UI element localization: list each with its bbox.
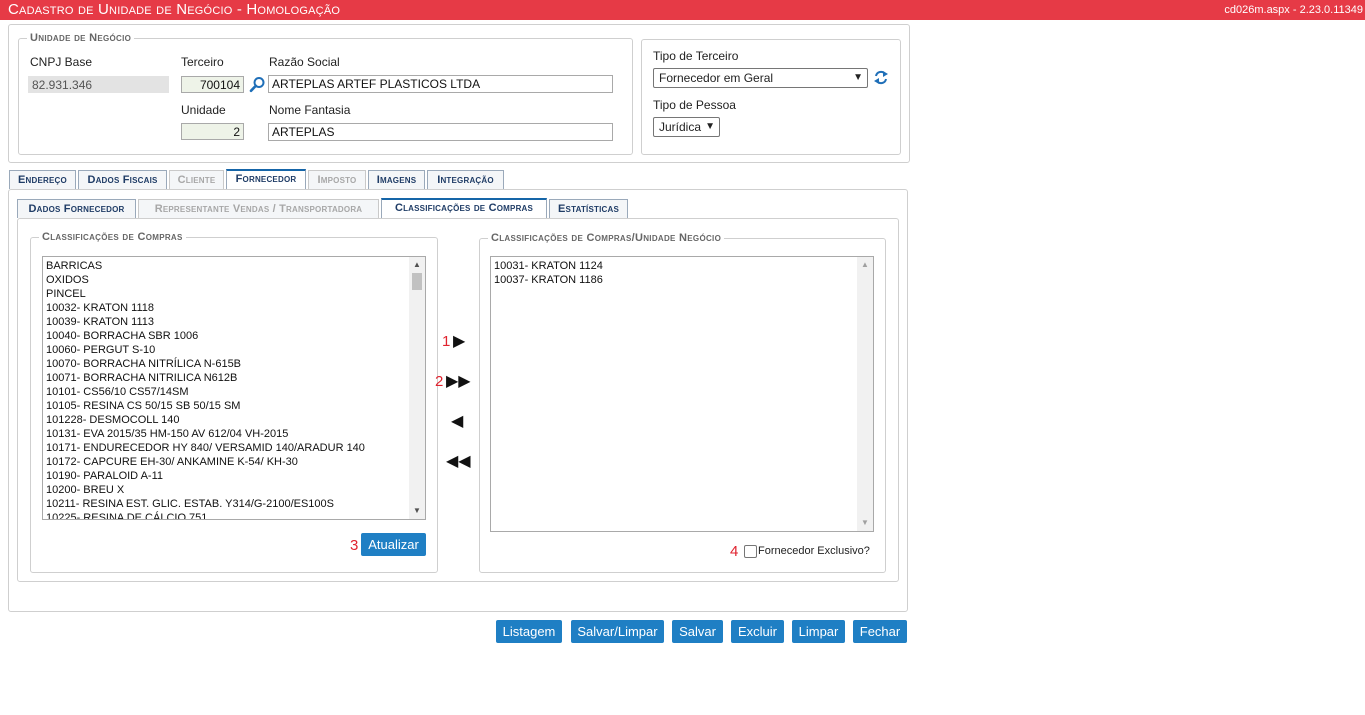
annotation-3: 3 [350,537,359,554]
list-item[interactable]: 10071- BORRACHA NITRILICA N612B [46,371,407,385]
list-item[interactable]: 10105- RESINA CS 50/15 SB 50/15 SM [46,399,407,413]
tipo-pessoa-value: Jurídica [659,120,702,134]
fornecedor-exclusivo-label: Fornecedor Exclusivo? [758,545,870,557]
nome-fantasia-label: Nome Fantasia [269,103,351,117]
tab-fornecedor[interactable]: Fornecedor [226,169,306,189]
list-item[interactable]: 10040- BORRACHA SBR 1006 [46,329,407,343]
terceiro-label: Terceiro [181,55,224,69]
tab-imposto[interactable]: Imposto [308,170,366,189]
list-item[interactable]: 10171- ENDURECEDOR HY 840/ VERSAMID 140/… [46,441,407,455]
annotation-1: 1 [442,333,451,350]
list-item[interactable]: 10101- CS56/10 CS57/14SM [46,385,407,399]
tipo-terceiro-label: Tipo de Terceiro [653,49,739,63]
fechar-button[interactable]: Fechar [853,620,907,643]
page-title: Cadastro de Unidade de Negócio - Homolog… [8,1,341,18]
excluir-button[interactable]: Excluir [731,620,784,643]
chevron-down-icon: ▼ [853,72,863,83]
cnpj-label: CNPJ Base [30,55,93,69]
list-item[interactable]: BARRICAS [46,259,407,273]
unidade-field[interactable]: 2 [181,123,244,140]
tab-integracao[interactable]: Integração [427,170,504,189]
refresh-icon[interactable] [873,69,889,86]
selected-classifications-list[interactable]: 10031- KRATON 1124 10037- KRATON 1186 ▲ ▼ [490,256,874,532]
tab-cliente[interactable]: Cliente [169,170,224,189]
terceiro-field[interactable]: 700104 [181,76,244,93]
move-right-icon[interactable]: ▶ [453,334,465,350]
unidade-label: Unidade [181,103,226,117]
subtab-classificacoes[interactable]: Classificações de Compras [381,198,547,218]
tab-dados-fiscais[interactable]: Dados Fiscais [78,170,167,189]
list-item[interactable]: 10211- RESINA EST. GLIC. ESTAB. Y314/G-2… [46,497,407,511]
list-item[interactable]: 10200- BREU X [46,483,407,497]
razao-social-field[interactable]: ARTEPLAS ARTEF PLASTICOS LTDA [268,75,613,93]
available-classifications-list[interactable]: BARRICAS OXIDOS PINCEL 10032- KRATON 1118 10… [42,256,426,520]
annotation-4: 4 [730,543,739,560]
list-item[interactable]: 10032- KRATON 1118 [46,301,407,315]
list-item[interactable]: 10031- KRATON 1124 [494,259,855,273]
tipo-terceiro-select[interactable]: Fornecedor em Geral ▼ [653,68,868,88]
search-icon[interactable] [249,76,266,93]
tab-endereco[interactable]: Endereço [9,170,76,189]
right-list-legend: Classificações de Compras/Unidade Negóci… [491,232,722,244]
scroll-down-icon[interactable]: ▼ [409,503,425,519]
list-item[interactable]: 10037- KRATON 1186 [494,273,855,287]
tipo-pessoa-select[interactable]: Jurídica ▼ [653,117,720,137]
list-item[interactable]: 10190- PARALOID A-11 [46,469,407,483]
listagem-button[interactable]: Listagem [496,620,562,643]
list-item[interactable]: 10225- RESINA DE CÁLCIO 751 [46,511,407,519]
limpar-button[interactable]: Limpar [792,620,845,643]
list-item[interactable]: PINCEL [46,287,407,301]
subtab-estatisticas[interactable]: Estatísticas [549,199,628,218]
left-list-legend: Classificações de Compras [42,231,183,243]
subtab-representante[interactable]: Representante Vendas / Transportadora [138,199,379,218]
list-item[interactable]: 10039- KRATON 1113 [46,315,407,329]
cnpj-field[interactable]: 82.931.346 [28,76,169,93]
salvar-button[interactable]: Salvar [672,620,723,643]
title-bar: Cadastro de Unidade de Negócio - Homolog… [0,0,1365,20]
move-all-left-icon[interactable]: ◀◀ [446,454,471,470]
nome-fantasia-field[interactable]: ARTEPLAS [268,123,613,141]
subtab-dados-fornecedor[interactable]: Dados Fornecedor [17,199,136,218]
list-item[interactable]: 10131- EVA 2015/35 HM-150 AV 612/04 VH-2… [46,427,407,441]
tipo-terceiro-value: Fornecedor em Geral [659,71,774,85]
unidade-legend: Unidade de Negócio [30,32,132,44]
salvar-limpar-button[interactable]: Salvar/Limpar [571,620,664,643]
right-list-items: 10031- KRATON 1124 10037- KRATON 1186 [494,259,855,287]
atualizar-button[interactable]: Atualizar [361,533,426,556]
list-item[interactable]: OXIDOS [46,273,407,287]
left-list-scrollbar[interactable]: ▲ ▼ [409,257,425,519]
scroll-up-icon[interactable]: ▲ [857,257,873,273]
list-item[interactable]: 10060- PERGUT S-10 [46,343,407,357]
chevron-down-icon: ▼ [705,121,715,132]
move-left-icon[interactable]: ◀ [451,414,463,430]
tipo-pessoa-label: Tipo de Pessoa [653,98,736,112]
left-list-items: BARRICAS OXIDOS PINCEL 10032- KRATON 1118 10… [46,259,407,519]
list-item[interactable]: 10070- BORRACHA NITRÍLICA N-615B [46,357,407,371]
razao-social-label: Razão Social [269,55,340,69]
list-item[interactable]: 10172- CAPCURE EH-30/ ANKAMINE K-54/ KH-… [46,455,407,469]
annotation-2: 2 [435,373,444,390]
version-label: cd026m.aspx - 2.23.0.11349 [1224,4,1363,16]
tab-imagens[interactable]: Imagens [368,170,425,189]
right-list-scrollbar[interactable]: ▲ ▼ [857,257,873,531]
scroll-down-icon[interactable]: ▼ [857,515,873,531]
list-item[interactable]: 101228- DESMOCOLL 140 [46,413,407,427]
move-all-right-icon[interactable]: ▶▶ [446,374,471,390]
scroll-up-icon[interactable]: ▲ [409,257,425,273]
fornecedor-exclusivo-checkbox[interactable] [744,545,757,558]
scroll-thumb[interactable] [412,273,422,290]
